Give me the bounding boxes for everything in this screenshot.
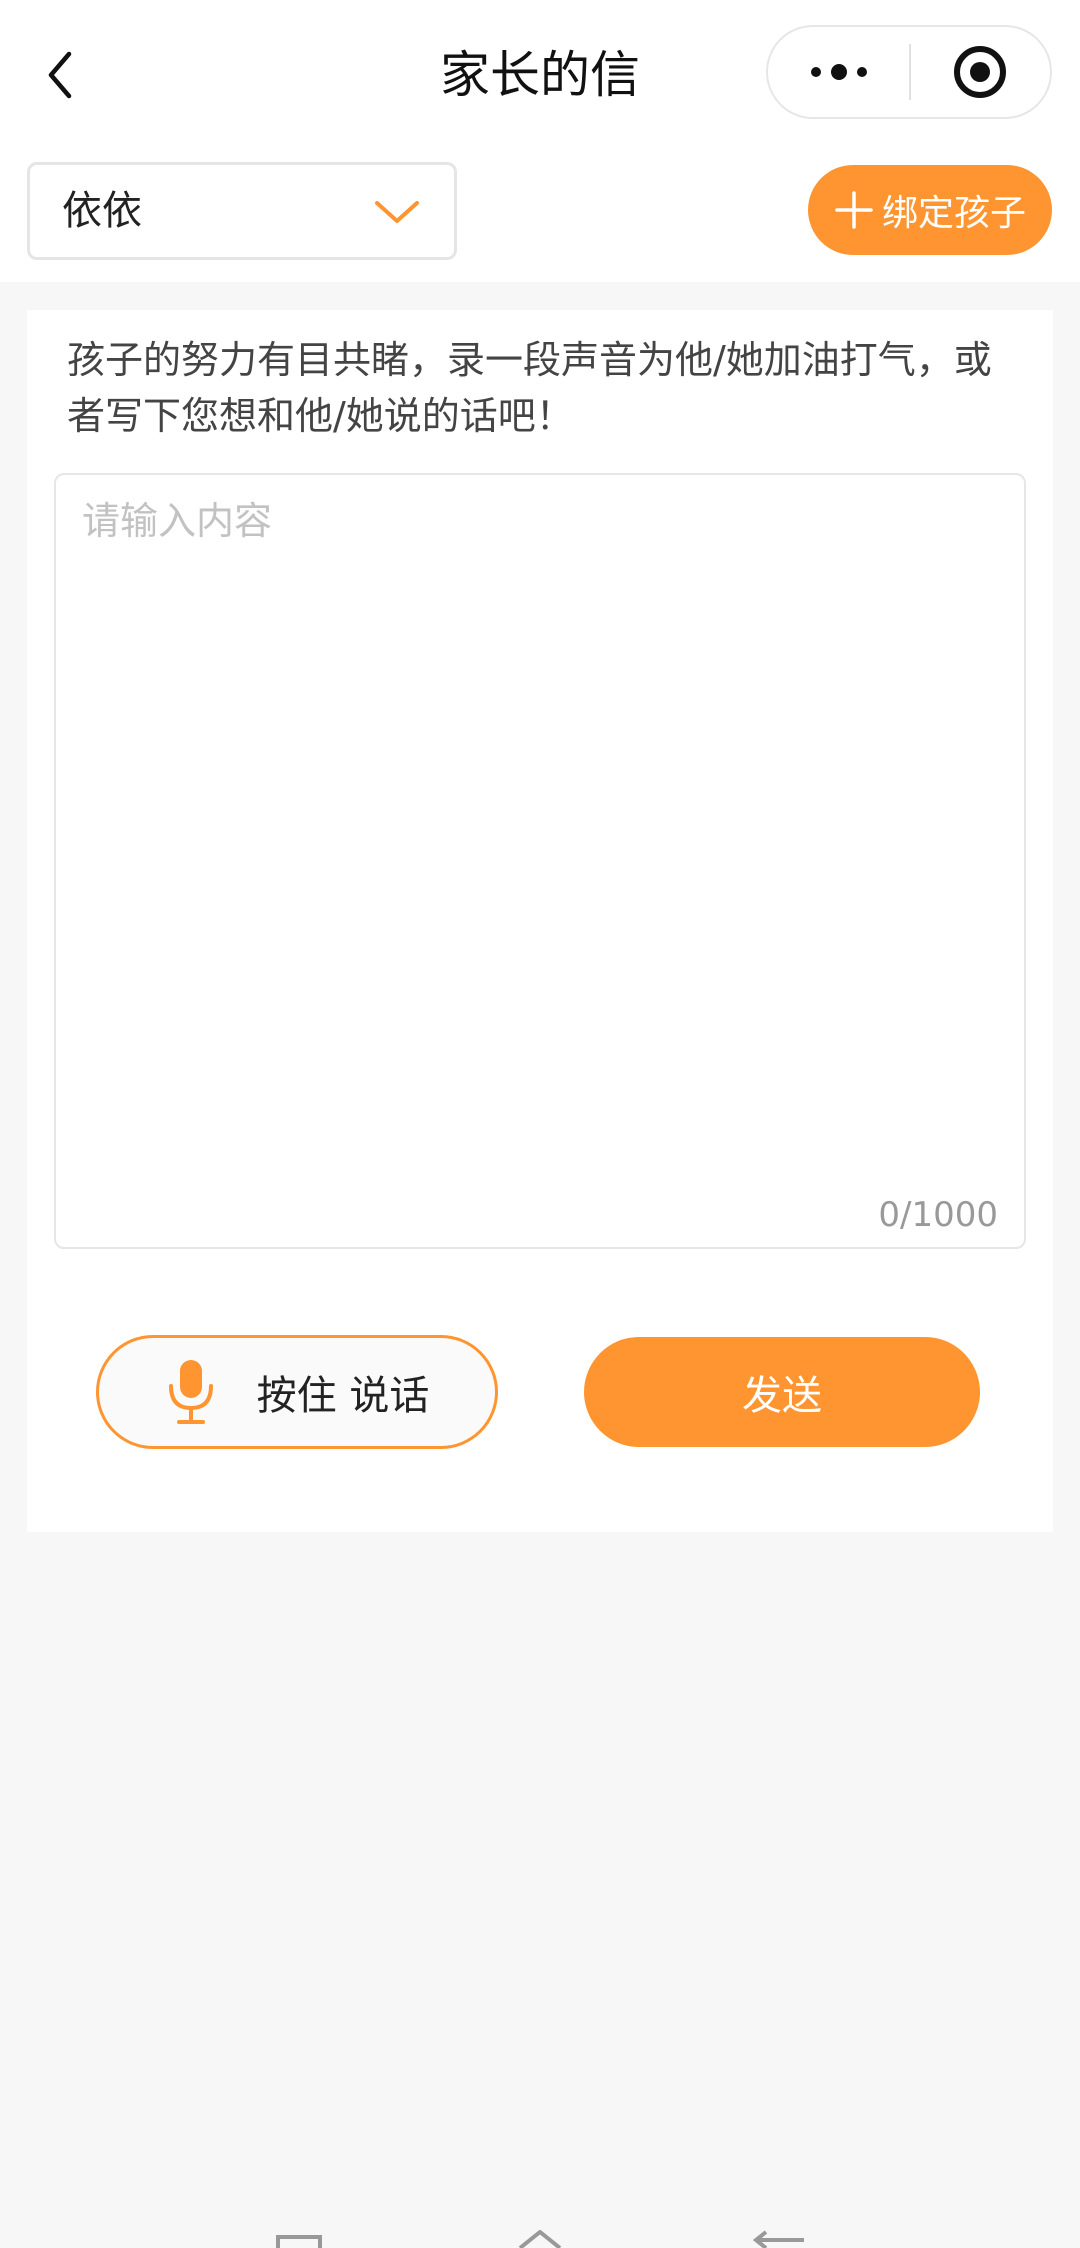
bind-child-button[interactable]: 绑定孩子 (808, 165, 1052, 255)
send-label: 发送 (742, 1373, 822, 1419)
close-button[interactable] (911, 27, 1050, 117)
child-toolbar: 依依 绑定孩子 (0, 150, 1080, 282)
letter-card: 孩子的努力有目共睹，录一段声音为他/她加油打气，或者写下您想和他/她说的话吧！ … (27, 310, 1053, 1532)
hold-to-talk-button[interactable]: 按住 说话 (96, 1335, 498, 1449)
home-icon[interactable] (514, 2230, 566, 2248)
bind-child-label: 绑定孩子 (881, 193, 1026, 234)
chevron-down-icon (375, 201, 419, 223)
more-button[interactable] (768, 27, 909, 117)
system-nav-bar (0, 2210, 1080, 2248)
encouragement-hint: 孩子的努力有目共睹，录一段声音为他/她加油打气，或者写下您想和他/她说的话吧！ (67, 338, 992, 438)
hold-to-talk-label: 按住 说话 (256, 1373, 430, 1419)
more-dots-icon (810, 64, 867, 80)
microphone-icon (168, 1360, 213, 1424)
mini-program-capsule (766, 25, 1052, 119)
message-input-box: 0/1000 (54, 473, 1026, 1249)
selected-child-label: 依依 (62, 188, 142, 234)
nav-bar: 家长的信 (0, 0, 1080, 150)
plus-icon (835, 191, 873, 229)
char-counter: 0/1000 (878, 1195, 998, 1235)
recent-apps-icon[interactable] (272, 2234, 326, 2248)
back-nav-icon[interactable] (752, 2230, 808, 2248)
child-select[interactable]: 依依 (27, 162, 457, 260)
target-circle-icon (954, 46, 1007, 98)
send-button[interactable]: 发送 (584, 1337, 980, 1447)
message-input[interactable] (82, 495, 982, 1155)
